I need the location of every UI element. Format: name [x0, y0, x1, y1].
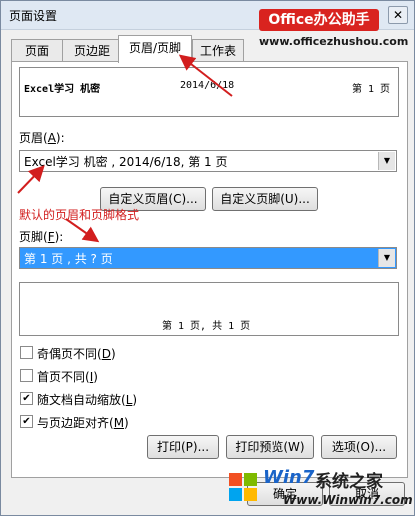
header-preview-right: 第 1 页 — [352, 84, 391, 95]
brand-watermark: Office办公助手 — [259, 9, 379, 31]
win7-url: Www.Winwin7.com — [283, 493, 413, 507]
footer-combo[interactable]: 第 1 页 , 共 ? 页 ▼ — [19, 247, 397, 269]
header-preview-left: Excel学习 机密 — [24, 84, 101, 95]
first-page-checkbox[interactable] — [20, 369, 33, 382]
odd-even-label: 奇偶页不同(D) — [37, 347, 116, 361]
align-margins-label: 与页边距对齐(M) — [37, 416, 129, 430]
footer-preview: 第 1 页, 共 1 页 — [19, 282, 399, 336]
tab-sheet[interactable]: 工作表 — [192, 39, 244, 62]
odd-even-checkbox[interactable] — [20, 346, 33, 359]
tab-header-footer-active[interactable]: 页眉/页脚 — [118, 35, 192, 63]
tab-page[interactable]: 页面 — [11, 39, 63, 62]
check-icon: ✔ — [22, 416, 31, 427]
check-icon: ✔ — [22, 393, 31, 404]
chevron-down-icon[interactable]: ▼ — [378, 152, 395, 170]
footer-value: 第 1 页 , 共 ? 页 — [24, 252, 113, 266]
win7-watermark: Win7 系统之家 Www.Winwin7.com — [223, 463, 415, 515]
header-label: 页眉(A): — [19, 131, 65, 145]
print-preview-button[interactable]: 打印预览(W) — [226, 435, 314, 459]
chevron-down-icon[interactable]: ▼ — [378, 249, 395, 267]
windows-flag-icon — [229, 473, 257, 501]
brand-url: www.officezhushou.com — [259, 35, 409, 48]
header-preview: Excel学习 机密 2014/6/18 第 1 页 — [19, 67, 399, 117]
custom-footer-button[interactable]: 自定义页脚(U)... — [212, 187, 318, 211]
annotation-text: 默认的页眉和页脚格式 — [19, 208, 140, 222]
header-combo[interactable]: Excel学习 机密 , 2014/6/18, 第 1 页 ▼ — [19, 150, 397, 172]
footer-preview-center: 第 1 页, 共 1 页 — [162, 321, 251, 332]
align-margins-checkbox[interactable]: ✔ — [20, 415, 33, 428]
dialog-title: 页面设置 — [9, 9, 58, 23]
close-button[interactable]: ✕ — [388, 6, 408, 24]
first-page-label: 首页不同(I) — [37, 370, 98, 384]
page-setup-dialog: 页面设置 ✕ Office办公助手 www.officezhushou.com … — [0, 0, 415, 516]
header-value: Excel学习 机密 , 2014/6/18, 第 1 页 — [24, 155, 228, 169]
print-button[interactable]: 打印(P)... — [147, 435, 219, 459]
win7-text: Win7 — [263, 467, 315, 488]
scale-with-document-checkbox[interactable]: ✔ — [20, 392, 33, 405]
tab-margins[interactable]: 页边距 — [62, 39, 122, 62]
options-button[interactable]: 选项(O)... — [321, 435, 397, 459]
scale-with-document-label: 随文档自动缩放(L) — [37, 393, 138, 407]
footer-label: 页脚(F): — [19, 230, 64, 244]
header-preview-center: 2014/6/18 — [180, 80, 235, 91]
win7-cn-text: 系统之家 — [315, 472, 383, 492]
